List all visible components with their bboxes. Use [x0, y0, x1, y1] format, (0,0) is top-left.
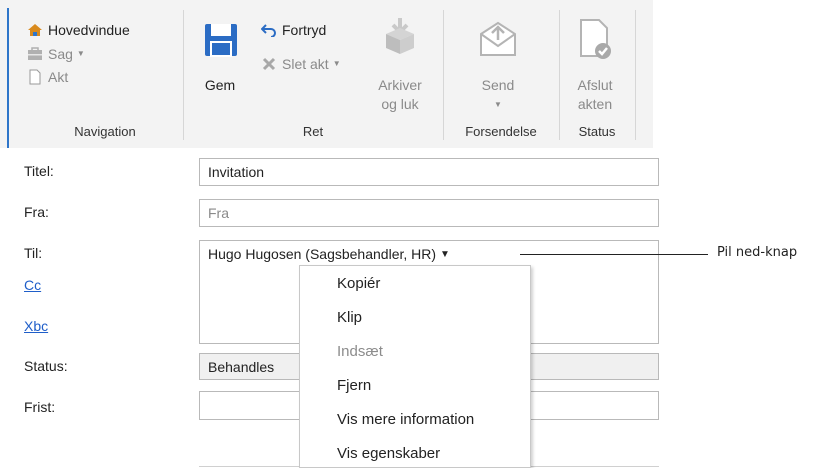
chevron-down-icon: ▼: [332, 58, 341, 68]
archive-label-line2: og luk: [381, 96, 419, 112]
delete-icon: [260, 55, 278, 73]
archive-close-button[interactable]: Arkiver og luk: [368, 76, 432, 114]
archive-label-line1: Arkiver: [378, 77, 422, 93]
nav-item-label: Hovedvindue: [48, 22, 130, 38]
send-icon: [478, 18, 518, 61]
callout-label: Pil ned-knap: [717, 245, 798, 260]
home-icon: [26, 21, 44, 39]
callout-line: [520, 254, 708, 255]
title-label: Titel:: [24, 163, 54, 179]
nav-item-document[interactable]: Akt: [26, 67, 68, 87]
nav-item-label: Sag: [48, 46, 73, 62]
ribbon-separator: [559, 10, 560, 140]
dropdown-arrow-icon[interactable]: ▼: [440, 249, 450, 260]
group-label-ret: Ret: [302, 124, 324, 139]
menu-item-more-info[interactable]: Vis mere information: [337, 411, 474, 428]
from-label: Fra:: [24, 204, 49, 220]
nav-item-label: Akt: [48, 69, 69, 85]
chevron-down-icon: ▼: [76, 48, 85, 58]
save-button[interactable]: Gem: [196, 76, 244, 95]
delete-label: Slet akt: [282, 56, 329, 72]
send-button[interactable]: Send ▼: [470, 76, 526, 114]
send-label: Send: [481, 77, 515, 93]
close-case-icon: [575, 18, 615, 63]
menu-item-copy[interactable]: Kopiér: [337, 275, 380, 292]
to-label: Til:: [24, 245, 43, 261]
context-menu: Kopiér Klip Indsæt Fjern Vis mere inform…: [299, 265, 531, 468]
chevron-down-icon: ▼: [494, 100, 502, 109]
title-value: Invitation: [208, 164, 265, 180]
save-icon: [203, 22, 239, 61]
menu-item-cut[interactable]: Klip: [337, 309, 362, 326]
ribbon-separator: [183, 10, 184, 140]
undo-button[interactable]: Fortryd: [260, 20, 326, 40]
ribbon: Hovedvindue Sag ▼ Akt Navigation Gem For…: [0, 0, 653, 148]
close-label-line1: Afslut: [577, 77, 613, 93]
status-label: Status:: [24, 358, 68, 374]
nav-item-case[interactable]: Sag ▼: [26, 44, 85, 64]
ribbon-separator: [635, 10, 636, 140]
menu-item-properties[interactable]: Vis egenskaber: [337, 445, 440, 462]
case-icon: [26, 45, 44, 63]
group-label-forsendelse: Forsendelse: [465, 124, 537, 139]
undo-icon: [260, 21, 278, 39]
recipient-chip[interactable]: Hugo Hugosen (Sagsbehandler, HR) ▼: [208, 246, 450, 262]
status-value: Behandles: [208, 358, 275, 375]
archive-icon: [380, 16, 420, 59]
recipient-name: Hugo Hugosen (Sagsbehandler, HR): [208, 246, 437, 262]
close-label-line2: akten: [577, 96, 613, 112]
deadline-label: Frist:: [24, 399, 56, 415]
undo-label: Fortryd: [282, 22, 327, 38]
ribbon-separator: [443, 10, 444, 140]
from-field[interactable]: Fra: [199, 199, 659, 227]
from-placeholder: Fra: [208, 205, 229, 221]
nav-item-main-window[interactable]: Hovedvindue: [26, 20, 130, 40]
cc-link[interactable]: Cc: [24, 277, 41, 293]
document-icon: [26, 68, 44, 86]
group-label-status: Status: [578, 124, 616, 139]
menu-item-paste: Indsæt: [337, 343, 383, 360]
ribbon-accent-bar: [7, 8, 9, 148]
menu-item-remove[interactable]: Fjern: [337, 377, 371, 394]
close-case-button[interactable]: Afslut akten: [563, 76, 627, 114]
delete-document-button[interactable]: Slet akt ▼: [260, 54, 341, 74]
group-label-navigation: Navigation: [74, 124, 136, 139]
bcc-link[interactable]: Xbc: [24, 318, 48, 334]
title-field[interactable]: Invitation: [199, 158, 659, 186]
